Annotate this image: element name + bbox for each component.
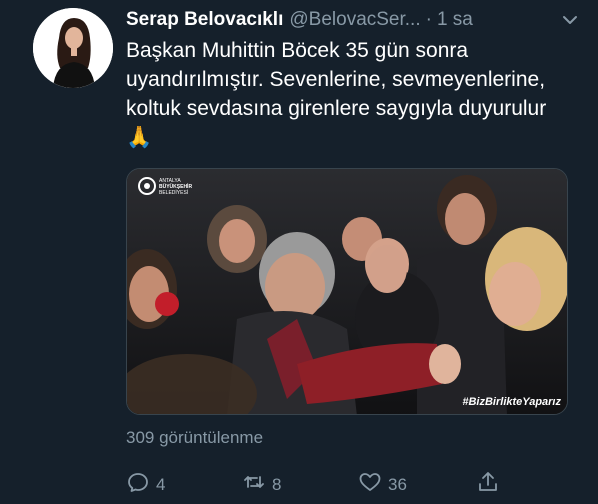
retweet-icon bbox=[242, 470, 272, 499]
reply-count: 4 bbox=[156, 474, 166, 494]
like-count: 36 bbox=[388, 474, 407, 494]
chevron-down-icon[interactable] bbox=[560, 10, 580, 30]
avatar[interactable] bbox=[33, 8, 113, 88]
tweet-media-photo[interactable]: ANTALYA BÜYÜKŞEHİR BELEDİYESİ #BizBirlik… bbox=[126, 168, 568, 415]
share-button[interactable] bbox=[476, 470, 506, 499]
reply-icon bbox=[126, 470, 156, 499]
tweet-header: Serap Belovacıklı @BelovacSer... · 1 sa bbox=[126, 8, 580, 32]
author-name[interactable]: Serap Belovacıklı bbox=[126, 9, 283, 31]
logo-line3: BELEDİYESİ bbox=[159, 189, 188, 196]
tweet[interactable]: Serap Belovacıklı @BelovacSer... · 1 sa … bbox=[0, 0, 598, 504]
hashtag-overlay: #BizBirlikteYaparız bbox=[462, 396, 561, 408]
reply-button[interactable]: 4 bbox=[126, 470, 165, 499]
tweet-text: Başkan Muhittin Böcek 35 gün sonra uyand… bbox=[126, 39, 547, 149]
like-button[interactable]: 36 bbox=[358, 470, 407, 499]
tweet-actions: 4 8 36 bbox=[126, 470, 506, 500]
separator-dot: · bbox=[425, 9, 432, 30]
author-handle[interactable]: @BelovacSer... bbox=[289, 9, 420, 31]
logo-line2: BÜYÜKŞEHİR bbox=[159, 183, 192, 190]
retweet-button[interactable]: 8 bbox=[242, 470, 281, 499]
heart-icon bbox=[358, 470, 388, 499]
share-icon bbox=[476, 470, 506, 499]
timestamp[interactable]: 1 sa bbox=[437, 9, 473, 31]
retweet-count: 8 bbox=[272, 474, 282, 494]
view-count: 309 görüntülenme bbox=[126, 428, 264, 447]
